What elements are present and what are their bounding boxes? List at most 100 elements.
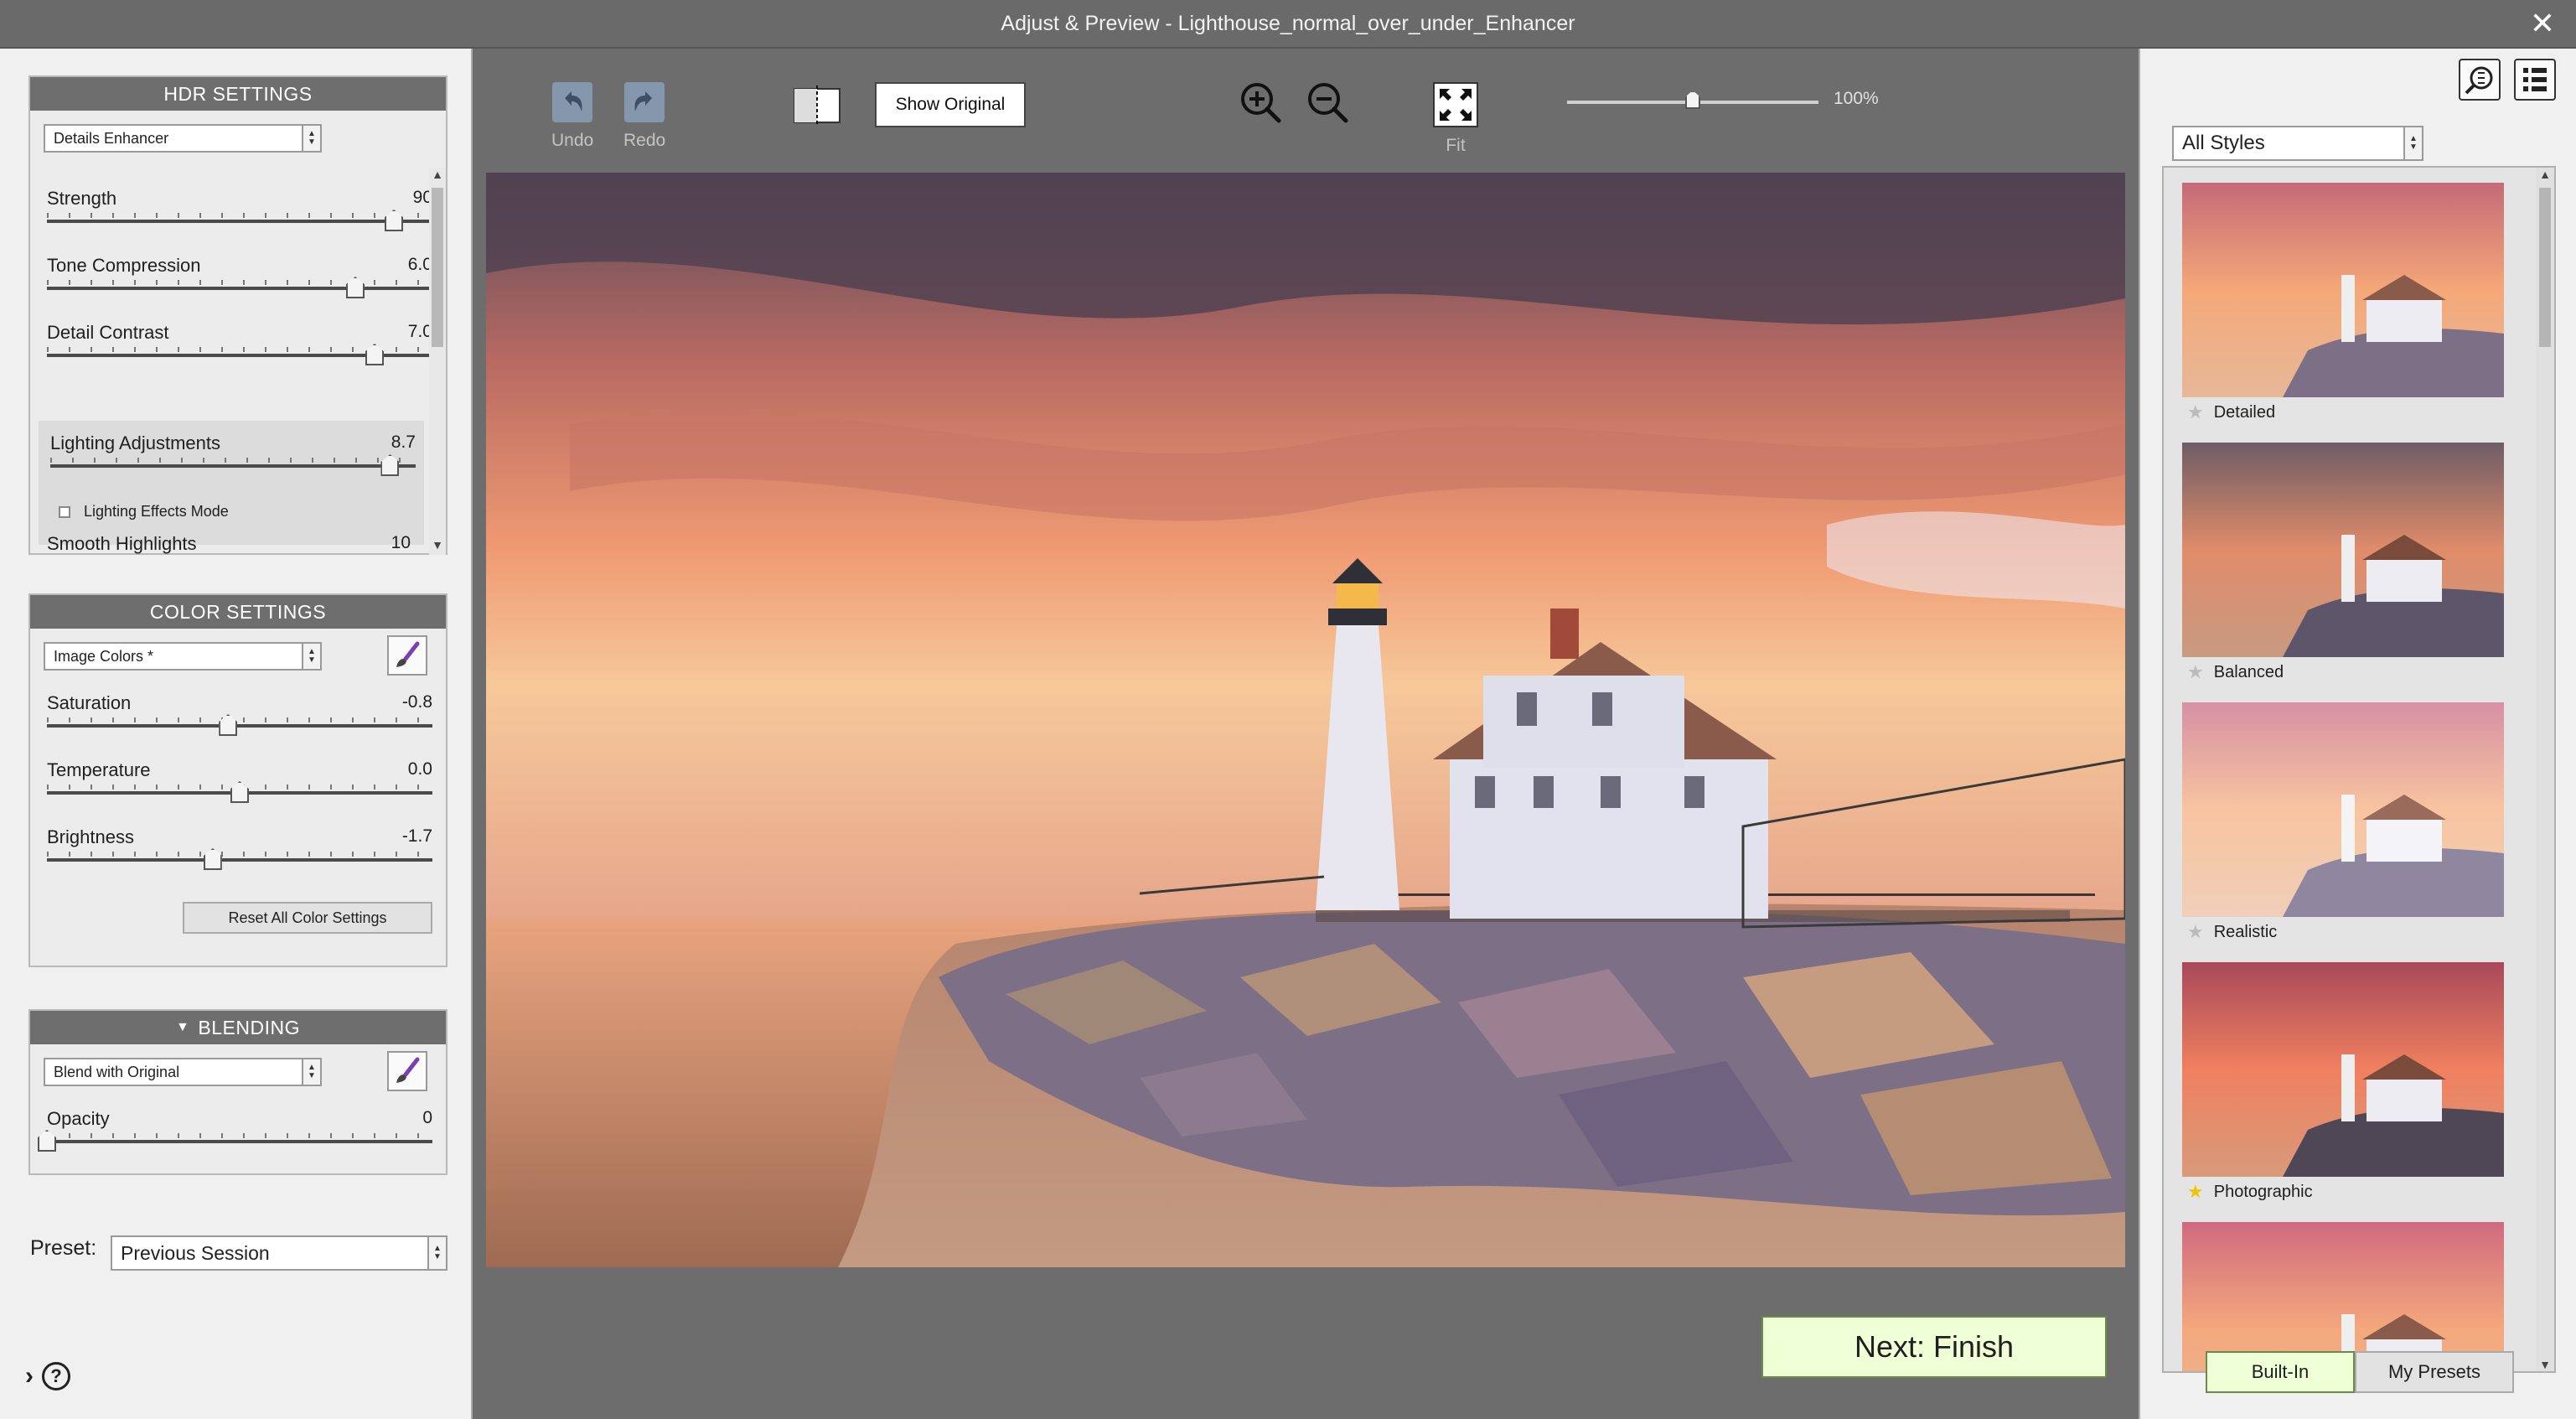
style-thumbnail: [2182, 183, 2504, 397]
split-view-icon[interactable]: [793, 85, 841, 126]
style-card-photographic[interactable]: ★ Photographic: [2182, 962, 2504, 1207]
detail-contrast-slider[interactable]: Detail Contrast 7.0: [47, 322, 432, 372]
chevron-updown-icon: ▲ ▼: [302, 644, 320, 669]
right-panel: All Styles ▲ ▼ ★ Detailed ★ Balanced ★ R…: [2139, 49, 2576, 1419]
color-mode-select[interactable]: Image Colors * ▲ ▼: [44, 642, 322, 671]
brightness-value: -1.7: [401, 826, 432, 846]
style-card-realistic[interactable]: ★ Realistic: [2182, 702, 2504, 947]
next-finish-button[interactable]: Next: Finish: [1761, 1316, 2107, 1378]
strength-slider[interactable]: Strength 90: [47, 188, 432, 238]
hdr-method-value: Details Enhancer: [54, 129, 169, 147]
blending-header[interactable]: ▼ BLENDING: [30, 1011, 446, 1044]
chevron-updown-icon: ▲ ▼: [302, 126, 320, 151]
preset-select[interactable]: Previous Session ▲ ▼: [111, 1235, 447, 1271]
fit-button[interactable]: Fit: [1433, 82, 1478, 156]
hdr-settings-header: HDR SETTINGS: [30, 77, 446, 111]
zoom-out-icon[interactable]: [1304, 79, 1351, 126]
list-view-icon[interactable]: [2514, 59, 2556, 101]
redo-label: Redo: [623, 131, 666, 150]
style-thumbnail: [2182, 443, 2504, 657]
slider-track: [47, 287, 432, 290]
window-title: Adjust & Preview - Lighthouse_normal_ove…: [1001, 11, 1575, 35]
blend-mode-select[interactable]: Blend with Original ▲ ▼: [44, 1058, 322, 1086]
reset-color-settings-button[interactable]: Reset All Color Settings: [183, 902, 432, 934]
scroll-down-icon[interactable]: ▼: [429, 538, 446, 555]
style-card-partial[interactable]: [2182, 1222, 2504, 1371]
favorite-star-icon[interactable]: ★: [2187, 921, 2204, 943]
scroll-up-icon[interactable]: ▲: [2536, 168, 2554, 181]
tab-built-in[interactable]: Built-In: [2206, 1351, 2355, 1393]
fit-icon: [1433, 82, 1478, 127]
saturation-label: Saturation: [47, 692, 132, 713]
styles-list: ★ Detailed ★ Balanced ★ Realistic ★ Phot…: [2162, 166, 2556, 1373]
lighting-effects-checkbox[interactable]: [59, 506, 70, 518]
favorite-star-icon[interactable]: ★: [2187, 1181, 2204, 1203]
redo-icon: [624, 82, 665, 122]
color-brush-button[interactable]: [387, 635, 427, 676]
slider-track: [50, 464, 416, 468]
scrollbar-thumb[interactable]: [2539, 188, 2551, 347]
detail-view-icon[interactable]: [2459, 59, 2501, 101]
style-name: Detailed: [2213, 402, 2276, 422]
zoom-slider-thumb[interactable]: [1685, 91, 1700, 109]
zoom-in-icon[interactable]: [1237, 79, 1284, 126]
title-bar: Adjust & Preview - Lighthouse_normal_ove…: [0, 0, 2576, 49]
show-original-button[interactable]: Show Original: [875, 82, 1026, 127]
opacity-slider[interactable]: Opacity 0: [38, 1108, 432, 1158]
help-area: › ?: [25, 1362, 70, 1391]
close-icon[interactable]: ✕: [2526, 6, 2559, 40]
preset-label: Preset:: [30, 1236, 97, 1260]
slider-ticks: [50, 458, 416, 463]
detail-contrast-label: Detail Contrast: [47, 322, 169, 343]
saturation-slider[interactable]: Saturation -0.8: [47, 692, 432, 743]
scroll-down-icon[interactable]: ▼: [2536, 1358, 2554, 1371]
color-mode-value: Image Colors *: [54, 647, 154, 665]
chevron-down-icon: ▼: [176, 1020, 190, 1034]
smooth-highlights-value: 10: [391, 533, 411, 552]
lighting-adjustments-label: Lighting Adjustments: [50, 432, 221, 453]
blend-mode-value: Blend with Original: [54, 1063, 180, 1080]
slider-ticks: [47, 280, 432, 285]
slider-ticks: [47, 852, 432, 857]
preview-image[interactable]: [486, 173, 2125, 1267]
left-panel: HDR SETTINGS Details Enhancer ▲ ▼ Strengt…: [0, 49, 473, 1419]
lighting-adjustments-group: Lighting Adjustments 8.7 Lighting Effect…: [39, 421, 424, 545]
color-settings-header: COLOR SETTINGS: [30, 595, 446, 629]
expand-icon[interactable]: ›: [25, 1362, 34, 1391]
hdr-scrollbar[interactable]: ▲ ▼: [429, 168, 446, 555]
undo-button[interactable]: Undo: [551, 82, 593, 151]
scrollbar-thumb[interactable]: [432, 188, 443, 347]
chevron-updown-icon: ▲ ▼: [302, 1059, 320, 1085]
lighting-adjustments-slider[interactable]: Lighting Adjustments 8.7: [50, 432, 416, 483]
fit-label: Fit: [1446, 136, 1466, 155]
help-icon[interactable]: ?: [42, 1362, 70, 1391]
style-card-balanced[interactable]: ★ Balanced: [2182, 443, 2504, 687]
style-card-detailed[interactable]: ★ Detailed: [2182, 183, 2504, 427]
redo-button[interactable]: Redo: [623, 82, 665, 151]
preset-value: Previous Session: [121, 1241, 270, 1264]
lighting-effects-label: Lighting Effects Mode: [84, 503, 229, 520]
hdr-method-select[interactable]: Details Enhancer ▲ ▼: [44, 124, 322, 153]
slider-track: [47, 724, 432, 728]
opacity-label: Opacity: [47, 1108, 110, 1129]
style-filter-value: All Styles: [2182, 132, 2265, 154]
blend-brush-button[interactable]: [387, 1051, 427, 1091]
favorite-star-icon[interactable]: ★: [2187, 661, 2204, 683]
temperature-slider[interactable]: Temperature 0.0: [47, 759, 432, 810]
styles-scrollbar[interactable]: ▲ ▼: [2536, 168, 2554, 1371]
tone-compression-slider[interactable]: Tone Compression 6.0: [47, 255, 432, 305]
tab-my-presets[interactable]: My Presets: [2355, 1351, 2514, 1393]
zoom-slider[interactable]: [1567, 91, 1818, 109]
style-name: Photographic: [2213, 1182, 2313, 1201]
brightness-label: Brightness: [47, 826, 134, 847]
slider-track: [47, 858, 432, 862]
style-thumbnail: [2182, 962, 2504, 1177]
brush-icon: [396, 641, 420, 667]
undo-label: Undo: [551, 131, 594, 150]
chevron-updown-icon: ▲ ▼: [2403, 127, 2422, 159]
favorite-star-icon[interactable]: ★: [2187, 401, 2204, 423]
blending-header-label: BLENDING: [198, 1016, 300, 1038]
scroll-up-icon[interactable]: ▲: [429, 168, 446, 184]
style-filter-select[interactable]: All Styles ▲ ▼: [2172, 126, 2423, 161]
brightness-slider[interactable]: Brightness -1.7: [47, 826, 432, 877]
